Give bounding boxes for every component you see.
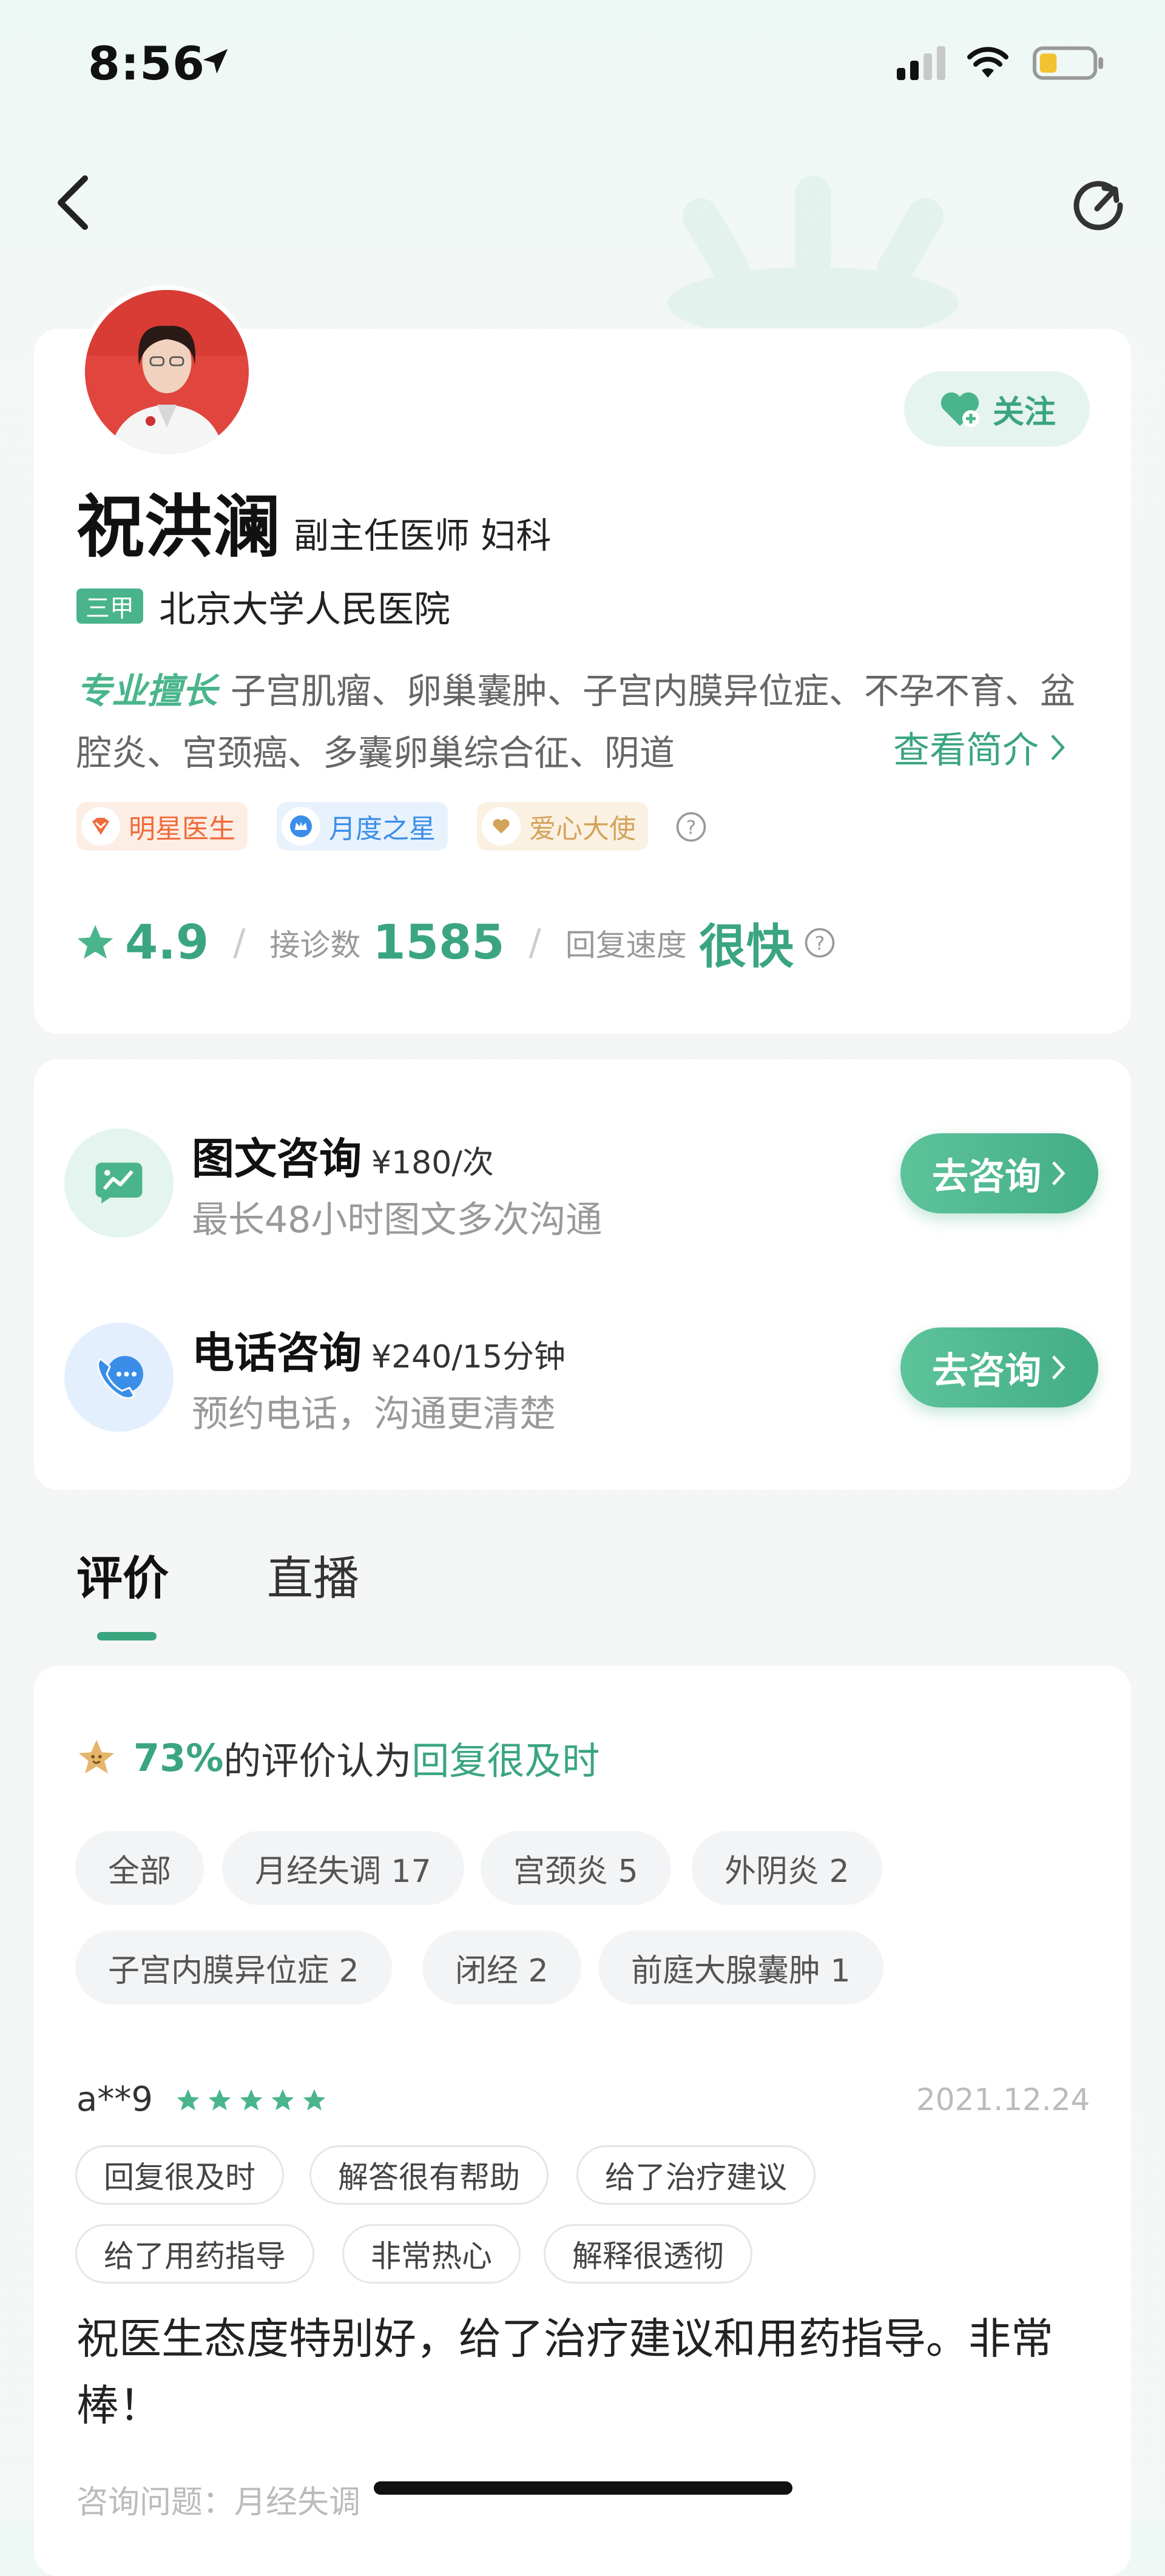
review-tag: 解释很透彻 [544, 2224, 752, 2284]
review-tag: 非常热心 [342, 2224, 521, 2284]
consult-title-text: 图文咨询 [192, 1134, 362, 1184]
chat-image-icon [64, 1128, 174, 1238]
filter-chip[interactable]: 子宫内膜异位症 2 [75, 1930, 392, 2004]
heart-plus-icon [940, 392, 979, 427]
follow-button[interactable]: 关注 [904, 371, 1090, 447]
reply-speed-value: 很快 [698, 920, 794, 974]
consult-title-text: 电话咨询 [192, 1328, 362, 1378]
star-doctor-icon [81, 807, 120, 846]
consult-desc: 预约电话，沟通更清楚 [192, 1393, 556, 1435]
rating-value: 4.9 [125, 915, 209, 970]
reply-speed-label: 回复速度 [565, 928, 687, 963]
filter-chip[interactable]: 外阴炎 2 [692, 1831, 882, 1905]
review-summary-highlight: 回复很及时 [411, 1739, 600, 1783]
badge-label: 月度之星 [329, 814, 436, 845]
crown-icon [282, 807, 320, 846]
doctor-photo [85, 290, 249, 454]
consult-count: 1585 [373, 915, 505, 970]
badge-love-ambassador[interactable]: 爱心大使 [477, 802, 648, 851]
consult-title: 图文咨询 ¥180/次 [192, 1125, 494, 1186]
consult-button-label: 去咨询 [932, 1155, 1041, 1198]
review-date: 2021.12.24 [916, 2082, 1090, 2117]
review-summary: 73% 的评价认为 回复很及时 [75, 1730, 599, 1785]
expertise-label: 专业擅长 [76, 670, 218, 712]
badge-star-doctor[interactable]: 明星医生 [76, 802, 248, 851]
hospital-name[interactable]: 北京大学人民医院 [159, 580, 450, 633]
consult-title: 电话咨询 ¥240/15分钟 [192, 1319, 566, 1380]
share-icon[interactable] [1068, 176, 1129, 237]
hospital-tier-badge: 三甲 [76, 588, 143, 624]
filter-chip[interactable]: 闭经 2 [422, 1930, 581, 2004]
filter-chip[interactable]: 前庭大腺囊肿 1 [598, 1930, 883, 2004]
star-icon [177, 2089, 200, 2111]
review-text: 祝医生态度特别好，给了治疗建议和用药指导。非常棒！ [76, 2314, 1053, 2430]
badge-help-icon[interactable]: ? [675, 811, 707, 843]
review-tag: 给了治疗建议 [576, 2145, 816, 2205]
review-summary-middle: 的评价认为 [223, 1739, 412, 1783]
text-consult-button[interactable]: 去咨询 [900, 1133, 1098, 1213]
smile-star-icon [78, 1739, 115, 1774]
wifi-icon [967, 47, 1008, 78]
star-icon [77, 925, 113, 959]
star-icon [271, 2089, 294, 2111]
divider: / [528, 922, 541, 964]
location-arrow-icon [203, 49, 228, 74]
consult-price: ¥180/次 [371, 1145, 494, 1181]
doctor-stats: 4.9 / 接诊数 1585 / 回复速度 很快 ? [74, 909, 836, 977]
back-icon[interactable] [53, 174, 92, 232]
review-tag: 回复很及时 [75, 2145, 284, 2205]
consult-price: ¥240/15分钟 [371, 1339, 566, 1375]
review-tag: 给了用药指导 [75, 2224, 314, 2284]
review-tag: 解答很有帮助 [309, 2145, 549, 2205]
doctor-avatar [80, 285, 254, 459]
reviews-card [34, 1666, 1131, 2576]
consult-button-label: 去咨询 [932, 1349, 1041, 1392]
chevron-right-icon [1052, 1161, 1065, 1185]
phone-icon [64, 1323, 174, 1432]
status-time: 8:56 [88, 36, 206, 90]
view-intro-label: 查看简介 [893, 729, 1039, 772]
follow-label: 关注 [992, 394, 1056, 431]
reviewer-name: a**9 [76, 2080, 153, 2119]
chevron-right-icon [1052, 1355, 1065, 1380]
reply-speed-help-icon[interactable]: ? [803, 926, 836, 959]
chevron-right-icon [1051, 734, 1065, 760]
star-icon [208, 2089, 231, 2111]
home-indicator[interactable] [374, 2481, 792, 2495]
badge-month-star[interactable]: 月度之星 [277, 802, 448, 851]
filter-chip-all[interactable]: 全部 [75, 1831, 204, 1905]
review-percent: 73% [133, 1735, 224, 1780]
heart-hand-icon [482, 807, 521, 846]
consult-desc: 最长48小时图文多次沟通 [192, 1199, 603, 1241]
filter-chip[interactable]: 月经失调 17 [222, 1831, 464, 1905]
review-question: 咨询问题：月经失调 [76, 2484, 361, 2521]
star-icon [240, 2089, 263, 2111]
review-stars [175, 2087, 328, 2114]
divider: / [233, 922, 246, 964]
cellular-signal-icon [897, 46, 945, 80]
star-icon [303, 2089, 326, 2111]
badge-label: 爱心大使 [529, 814, 636, 845]
svg-text:?: ? [686, 817, 697, 838]
tab-active-indicator [97, 1632, 157, 1640]
tab-live[interactable]: 直播 [267, 1541, 359, 1608]
battery-icon [1033, 46, 1104, 80]
view-intro-link[interactable]: 查看简介 [887, 721, 1067, 774]
doctor-title: 副主任医师 妇科 [294, 515, 552, 556]
tab-reviews[interactable]: 评价 [76, 1541, 169, 1608]
phone-consult-button[interactable]: 去咨询 [900, 1327, 1098, 1408]
doctor-name: 祝洪澜 [76, 488, 280, 567]
svg-text:?: ? [814, 932, 825, 954]
badge-label: 明星医生 [129, 814, 235, 845]
filter-chip[interactable]: 宫颈炎 5 [481, 1831, 671, 1905]
header-decoration [667, 176, 959, 328]
consult-count-label: 接诊数 [269, 928, 361, 963]
